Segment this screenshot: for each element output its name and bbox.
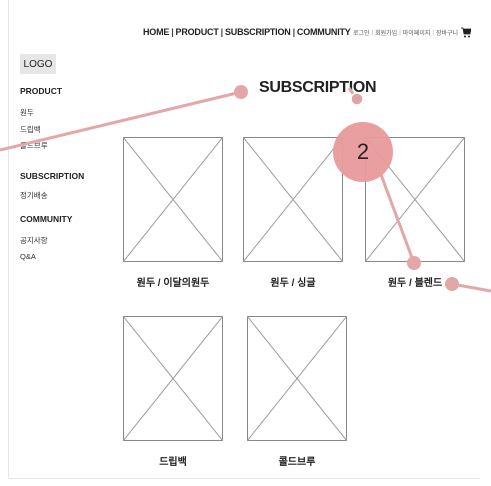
product-card[interactable]: 드립백 <box>123 316 223 468</box>
sidebar-heading-subscription[interactable]: SUBSCRIPTION <box>20 171 84 181</box>
sidebar-item-coldbrew[interactable]: 콜드브루 <box>20 140 48 151</box>
logo[interactable]: LOGO <box>20 54 56 74</box>
sidebar-item-dripbag[interactable]: 드립백 <box>20 124 41 135</box>
utility-links: 로그인 | 회원가입 | 마이페이지 | 장바구니 <box>353 27 472 38</box>
product-card[interactable]: 콜드브루 <box>247 316 347 468</box>
annotation-badge: 2 <box>333 122 393 182</box>
product-name: 콜드브루 <box>278 457 316 468</box>
image-placeholder-icon <box>243 137 343 262</box>
product-name: 원두 / 이달의원두 <box>136 278 210 289</box>
product-name: 원두 / 싱글 <box>270 278 316 289</box>
mypage-link[interactable]: 마이페이지 <box>403 28 431 37</box>
image-placeholder-icon <box>123 137 223 262</box>
product-card[interactable]: 원두 / 싱글 <box>243 137 343 289</box>
nav-community-link[interactable]: COMMUNITY <box>297 27 351 37</box>
nav-product-link[interactable]: PRODUCT <box>176 27 219 37</box>
page-title: SUBSCRIPTION <box>259 79 377 96</box>
nav-subscription-link[interactable]: SUBSCRIPTION <box>225 27 291 37</box>
product-card[interactable]: 원두 / 이달의원두 <box>123 137 223 289</box>
sidebar-heading-product[interactable]: PRODUCT <box>20 86 62 96</box>
sidebar-item-qna[interactable]: Q&A <box>20 252 36 261</box>
image-placeholder-icon <box>123 316 223 441</box>
top-nav: HOME | PRODUCT | SUBSCRIPTION | COMMUNITY <box>143 27 351 37</box>
login-link[interactable]: 로그인 <box>353 28 370 37</box>
sidebar-item-notice[interactable]: 공지사항 <box>20 235 48 246</box>
nav-home-link[interactable]: HOME <box>143 27 169 37</box>
sidebar-item-regular-delivery[interactable]: 정기배송 <box>20 190 48 201</box>
cart-link[interactable]: 장바구니 <box>436 28 458 37</box>
cart-icon[interactable] <box>461 27 472 38</box>
join-link[interactable]: 회원가입 <box>375 28 397 37</box>
image-placeholder-icon <box>247 316 347 441</box>
sidebar-item-beans[interactable]: 원두 <box>20 107 34 118</box>
product-name: 드립백 <box>159 457 187 468</box>
sidebar-heading-community[interactable]: COMMUNITY <box>20 214 72 224</box>
product-name: 원두 / 블렌드 <box>387 278 443 289</box>
